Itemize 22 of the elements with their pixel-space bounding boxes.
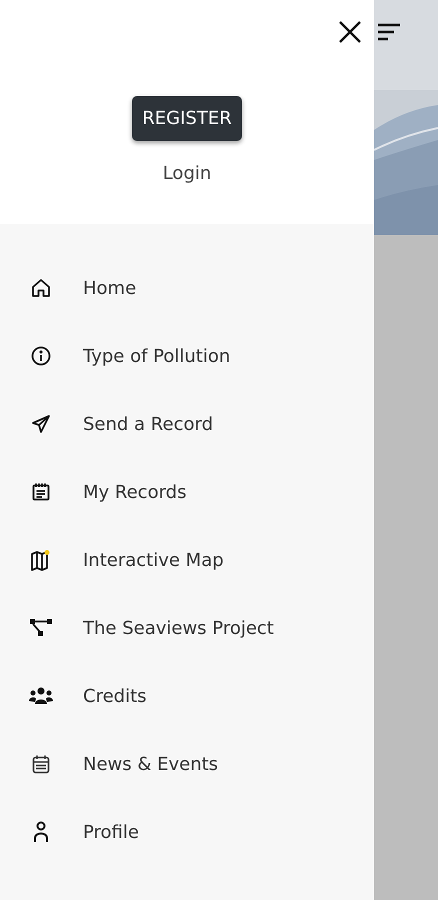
map-icon	[30, 549, 52, 571]
notepad-icon	[31, 482, 51, 502]
menu-item[interactable]: Credits	[0, 662, 374, 730]
menu-icon[interactable]	[378, 22, 400, 42]
menu-item[interactable]: The Seaviews Project	[0, 594, 374, 662]
menu-item[interactable]: Interactive Map	[0, 526, 374, 594]
menu-item[interactable]: My Records	[0, 458, 374, 526]
network-icon	[29, 618, 53, 638]
menu-item[interactable]: Home	[0, 254, 374, 322]
paper-plane-icon	[31, 414, 51, 434]
person-icon	[32, 821, 50, 843]
menu-item[interactable]: Send a Record	[0, 390, 374, 458]
group-icon	[28, 687, 54, 705]
menu-item[interactable]: News & Events	[0, 730, 374, 798]
register-button[interactable]: REGISTER	[132, 96, 242, 141]
calendar-icon	[32, 754, 50, 774]
menu-item[interactable]: Type of Pollution	[0, 322, 374, 390]
login-link[interactable]: Login	[162, 163, 212, 184]
menu-item[interactable]: Profile	[0, 798, 374, 866]
info-icon	[31, 346, 51, 366]
close-button[interactable]	[338, 20, 362, 44]
home-icon	[31, 278, 51, 298]
